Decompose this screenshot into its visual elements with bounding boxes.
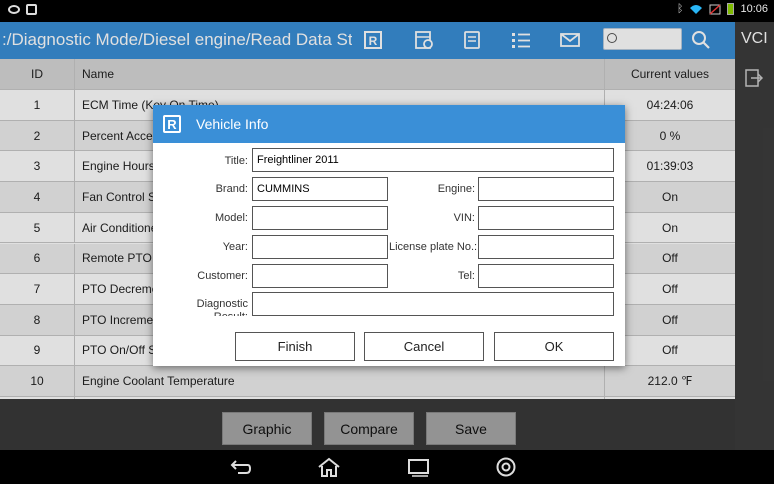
tel-label: Tel:: [457, 270, 475, 282]
brand-field[interactable]: [252, 177, 388, 201]
diagnostic-result-field[interactable]: [252, 292, 614, 316]
customer-field[interactable]: [252, 264, 388, 288]
wifi-icon: [690, 4, 703, 14]
year-field[interactable]: [252, 235, 388, 259]
vin-label: VIN:: [453, 212, 475, 224]
home-icon[interactable]: [317, 457, 341, 477]
bluetooth-icon: ᛒ: [676, 3, 684, 15]
model-label: Model:: [214, 212, 248, 224]
customer-label: Customer:: [197, 270, 248, 282]
title-field[interactable]: [252, 148, 614, 172]
cancel-button[interactable]: Cancel: [364, 332, 484, 361]
finish-button[interactable]: Finish: [235, 332, 355, 361]
model-field[interactable]: [252, 206, 388, 230]
status-bar: ᛒ 10:06: [0, 0, 774, 22]
signal-icon: [709, 3, 721, 15]
license-plate-field[interactable]: [478, 235, 614, 259]
battery-icon: [727, 3, 735, 15]
year-label: Year:: [222, 241, 248, 253]
engine-label: Engine:: [437, 183, 475, 195]
brand-label: Brand:: [215, 183, 248, 195]
ok-button[interactable]: OK: [494, 332, 614, 361]
notification-icon: [26, 4, 37, 15]
license-plate-label: License plate No.:: [389, 241, 478, 253]
chrome-icon[interactable]: [494, 457, 518, 477]
engine-field[interactable]: [478, 177, 614, 201]
tel-field[interactable]: [478, 264, 614, 288]
clock: 10:06: [740, 3, 768, 15]
diagnostic-result-label: Diagnostic Result:: [196, 298, 248, 316]
back-icon[interactable]: [228, 457, 252, 477]
logo-icon: R: [163, 115, 181, 133]
recent-apps-icon[interactable]: [407, 457, 431, 477]
vehicle-info-dialog: R Vehicle Info Title: Brand: Engine: Mod…: [153, 105, 625, 366]
dialog-header: R Vehicle Info: [153, 105, 625, 143]
dialog-title: Vehicle Info: [196, 116, 269, 132]
eye-icon: [8, 5, 20, 14]
vin-field[interactable]: [478, 206, 614, 230]
title-label: Title:: [224, 155, 248, 167]
navigation-bar: [0, 450, 774, 484]
